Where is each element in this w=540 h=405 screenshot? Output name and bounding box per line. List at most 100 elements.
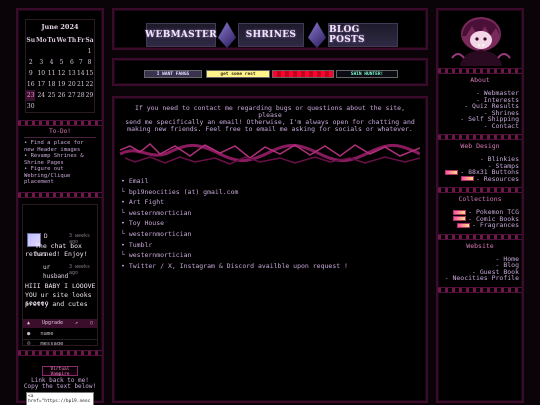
blinkie-rest: get some rest xyxy=(206,70,270,78)
calendar-day[interactable]: 7 xyxy=(77,57,85,68)
calendar-day xyxy=(47,101,56,112)
calendar-day xyxy=(67,101,77,112)
calendar-day xyxy=(85,101,94,112)
calendar-day[interactable]: 29 xyxy=(85,90,94,101)
calendar-day[interactable]: 23 xyxy=(26,90,36,101)
contact-item: └ bp19neocities (at) gmail.com xyxy=(121,187,239,196)
contact-item: • Twitter / X, Instagram & Discord avail… xyxy=(121,261,348,270)
contact-item: └ westernmortician xyxy=(121,251,192,260)
calendar-day[interactable]: 10 xyxy=(35,68,47,79)
menu-link-design[interactable]: - Resources xyxy=(438,175,519,183)
contact-item: └ westernmortician xyxy=(121,229,192,238)
menu-link-label[interactable]: - Resources xyxy=(476,175,519,183)
thorn-divider xyxy=(438,134,522,140)
thorn-divider xyxy=(438,68,522,74)
link-back-text: Link back to me! Copy the text below! xyxy=(23,376,97,390)
calendar-weekday: Th xyxy=(67,37,77,44)
calendar-day[interactable]: 17 xyxy=(35,79,47,90)
collections-menu: - Pokemon TCG - Comic Books - Fragrances xyxy=(438,209,519,229)
menu-link-label[interactable]: - Neocities Profile xyxy=(445,274,519,282)
calendar-day[interactable]: 16 xyxy=(26,79,35,90)
mini-badge-icon xyxy=(460,176,474,181)
nav-shrines-button[interactable]: SHRINES xyxy=(238,23,304,47)
calendar-day[interactable]: 8 xyxy=(85,57,94,68)
calendar-day[interactable]: 24 xyxy=(35,90,47,101)
name-input[interactable]: name xyxy=(40,331,53,337)
blinkie-red xyxy=(272,70,334,78)
contact-panel: If you need to contact me regarding bugs… xyxy=(112,96,428,403)
calendar-day[interactable]: 13 xyxy=(67,68,77,79)
calendar-weekday: Fr xyxy=(77,37,85,44)
settings-icon[interactable]: ○ xyxy=(90,320,93,326)
thorn-divider xyxy=(18,120,102,126)
guestbook-message: pretty and cutes xyxy=(25,299,88,308)
design-heading: Web Design xyxy=(460,142,500,150)
blinkie-shiny-hunter: SHIN HUNTER! xyxy=(336,70,398,78)
message-input[interactable]: message xyxy=(40,341,63,345)
todo-item: placement xyxy=(24,179,54,185)
calendar-day[interactable]: 30 xyxy=(26,101,35,112)
mini-badge-icon xyxy=(445,169,459,175)
site-button-virtual-vampire[interactable]: Virtual Vampire xyxy=(42,365,78,377)
nav-webmaster-button[interactable]: WEBMASTER xyxy=(145,23,217,47)
lock-icon[interactable]: ▲ xyxy=(27,320,30,326)
upgrade-link[interactable]: Upgrade xyxy=(42,320,63,326)
contact-item: • Tumblr xyxy=(121,240,153,249)
calendar-day[interactable]: 3 xyxy=(35,57,47,68)
menu-link-collections[interactable]: - Fragrances xyxy=(438,222,519,229)
collections-heading: Collections xyxy=(458,195,502,203)
calendar-day[interactable]: 9 xyxy=(26,68,35,79)
mini-badge-icon xyxy=(457,222,471,228)
contact-item: └ westernmortician xyxy=(121,208,192,217)
calendar-weekday: We xyxy=(56,37,67,44)
calendar-day[interactable]: 26 xyxy=(56,90,67,101)
calendar-day[interactable]: 28 xyxy=(77,90,85,101)
calendar-day[interactable]: 22 xyxy=(85,79,94,90)
calendar-day[interactable]: 6 xyxy=(67,57,77,68)
user-icon: ● xyxy=(27,330,31,337)
calendar-day[interactable]: 4 xyxy=(47,57,56,68)
menu-link-about[interactable]: - Contact xyxy=(438,122,519,130)
thorn-divider xyxy=(438,233,522,240)
menu-link-label[interactable]: - Contact xyxy=(484,122,519,130)
calendar-day[interactable]: 5 xyxy=(56,57,67,68)
menu-link-website[interactable]: - Neocities Profile xyxy=(438,275,519,282)
message-field[interactable]: ☺ message xyxy=(23,339,97,345)
website-menu: - Home - Blog - Guest Book - Neocities Prof… xyxy=(438,255,519,282)
left-sidebar: June 2024 Su Mo Tu We Th Fr Sa 1 2 3 4 5 6 7 8 9 10 11 12… xyxy=(16,8,104,405)
calendar-day xyxy=(77,46,85,57)
calendar-day[interactable]: 15 xyxy=(85,68,94,79)
calendar-day[interactable]: 21 xyxy=(77,79,85,90)
calendar-day[interactable]: 1 xyxy=(85,46,94,57)
nav-blog-button[interactable]: BLOG POSTS xyxy=(328,23,398,47)
menu-link-label[interactable]: - Fragrances xyxy=(472,221,519,229)
calendar-day[interactable]: 18 xyxy=(47,79,56,90)
calendar-day[interactable]: 2 xyxy=(26,57,35,68)
calendar-day xyxy=(35,101,47,112)
design-menu: - Blinkies - Stamps - 88x31 Buttons - Resou… xyxy=(438,156,519,182)
external-link-icon[interactable]: ↗ xyxy=(75,320,78,326)
calendar-weekday: Sa xyxy=(85,37,94,44)
guestbook-name: ur xyxy=(43,263,51,271)
calendar-day[interactable]: 20 xyxy=(67,79,77,90)
contact-list: • Email └ bp19neocities (at) gmail.com • A… xyxy=(121,176,426,271)
todo-list: • Find a place for new Header images • Rev… xyxy=(24,137,96,186)
calendar-day[interactable]: 14 xyxy=(77,68,85,79)
calendar-day[interactable]: 27 xyxy=(67,90,77,101)
todo-title: To-Do! xyxy=(49,128,71,135)
calendar-day[interactable]: 25 xyxy=(47,90,56,101)
blinkie-bar: I WANT FANGS get some rest SHIN HUNTER! xyxy=(112,58,428,86)
calendar-day[interactable]: 19 xyxy=(56,79,67,90)
thorn-divider xyxy=(438,187,522,193)
guestbook-message: HIII BABY I LOOOVE xyxy=(25,281,96,290)
thorn-divider xyxy=(18,349,102,356)
guestbook-name: D xyxy=(44,232,48,240)
calendar-day[interactable]: 11 xyxy=(47,68,56,79)
link-code-textarea[interactable]: <a href="https://bp19.neoc xyxy=(26,391,94,405)
about-heading: About xyxy=(470,76,490,84)
calendar-day[interactable]: 12 xyxy=(56,68,67,79)
calendar-day xyxy=(77,101,85,112)
calendar-day xyxy=(26,46,35,57)
smiley-icon[interactable]: ☺ xyxy=(27,341,30,345)
mini-badge-icon xyxy=(453,216,467,221)
